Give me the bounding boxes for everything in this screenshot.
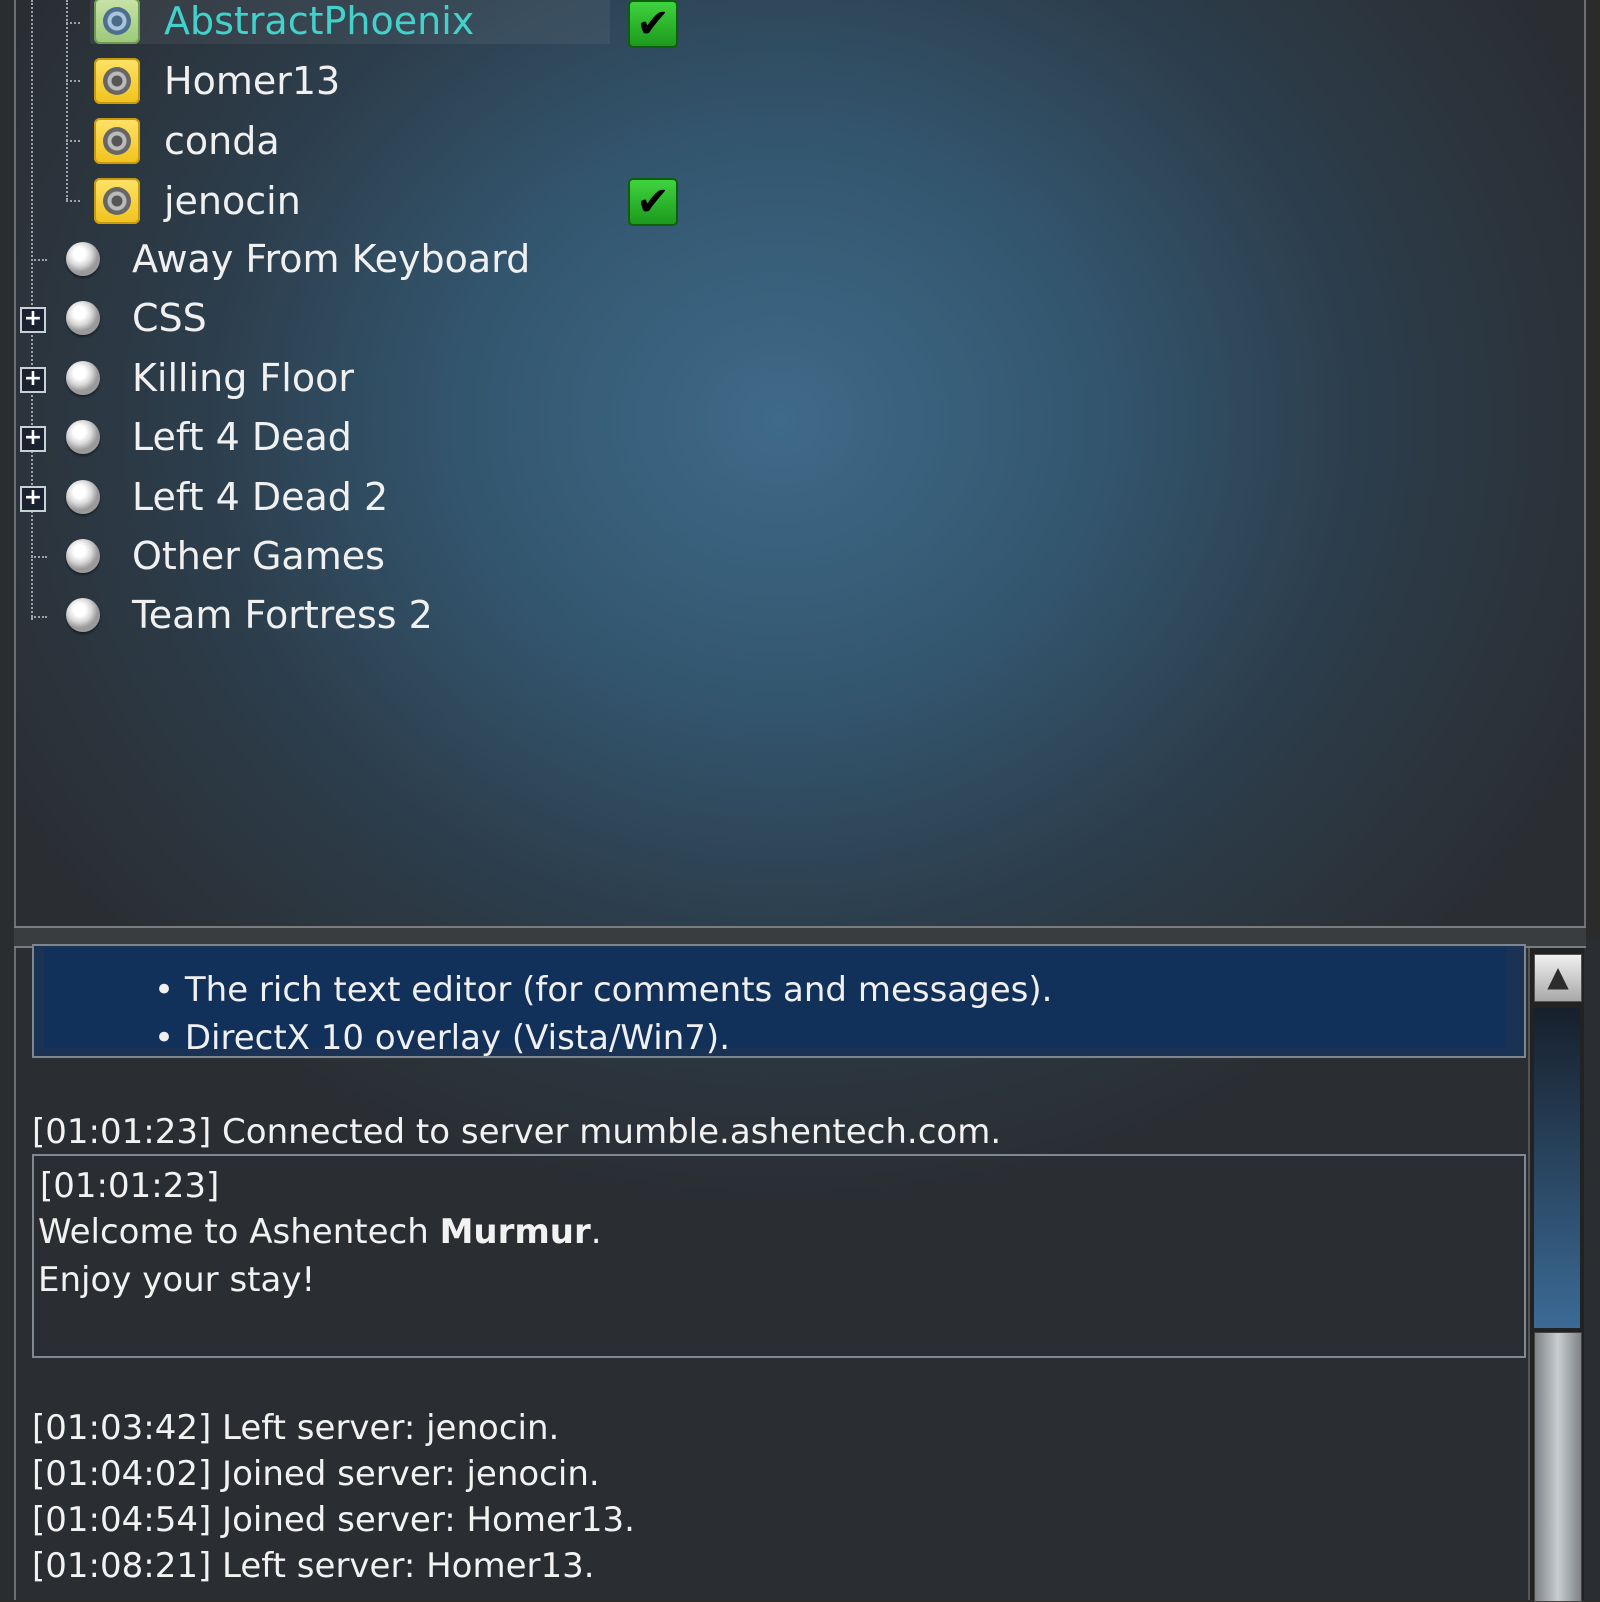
channel-icon bbox=[66, 242, 100, 276]
log-line: [01:03:42] Left server: jenocin. bbox=[32, 1408, 560, 1448]
tree-line bbox=[66, 22, 80, 24]
user-name: conda bbox=[164, 119, 280, 163]
user-row-homer13[interactable]: Homer13 bbox=[94, 52, 340, 110]
expand-icon[interactable]: + bbox=[20, 307, 46, 333]
channel-icon bbox=[66, 301, 100, 335]
channel-team-fortress-2[interactable]: Team Fortress 2 bbox=[66, 586, 433, 644]
log-line: [01:04:54] Joined server: Homer13. bbox=[32, 1500, 635, 1540]
chat-log[interactable]: • The rich text editor (for comments and… bbox=[14, 944, 1586, 1600]
tree-line bbox=[31, 259, 47, 261]
channel-name: Other Games bbox=[132, 534, 385, 578]
channel-icon bbox=[66, 361, 100, 395]
change-item: • The rich text editor (for comments and… bbox=[154, 970, 1053, 1010]
scroll-track[interactable] bbox=[1534, 1008, 1580, 1328]
log-line-connected: [01:01:23] Connected to server mumble.as… bbox=[32, 1112, 1002, 1152]
tree-line bbox=[66, 140, 80, 142]
welcome-line-2: Enjoy your stay! bbox=[38, 1260, 316, 1300]
user-row-jenocin[interactable]: jenocin bbox=[94, 172, 301, 230]
user-name: jenocin bbox=[164, 179, 301, 223]
channel-left-4-dead-2[interactable]: Left 4 Dead 2 bbox=[66, 468, 388, 526]
user-speaker-icon bbox=[94, 118, 140, 164]
scroll-thumb[interactable] bbox=[1534, 1332, 1582, 1602]
user-row-conda[interactable]: conda bbox=[94, 112, 280, 170]
tree-line bbox=[31, 616, 47, 618]
channel-icon bbox=[66, 539, 100, 573]
user-name: Homer13 bbox=[164, 59, 341, 103]
welcome-message-box bbox=[32, 1154, 1526, 1358]
scroll-up-button[interactable]: ▲ bbox=[1534, 954, 1582, 1002]
channel-away-from-keyboard[interactable]: Away From Keyboard bbox=[66, 230, 530, 288]
expand-icon[interactable]: + bbox=[20, 367, 46, 393]
channel-css[interactable]: CSS bbox=[66, 289, 207, 347]
user-name: AbstractPhoenix bbox=[164, 0, 475, 43]
channel-name: Left 4 Dead 2 bbox=[132, 475, 389, 519]
checkmark-icon: ✔ bbox=[628, 178, 678, 226]
tree-line bbox=[66, 80, 80, 82]
change-item: • DirectX 10 overlay (Vista/Win7). bbox=[154, 1018, 731, 1058]
channel-left-4-dead[interactable]: Left 4 Dead bbox=[66, 408, 352, 466]
welcome-line: Welcome to Ashentech Murmur. bbox=[38, 1212, 602, 1252]
channel-name: Team Fortress 2 bbox=[132, 593, 433, 637]
mumble-window: AbstractPhoenix ✔ Homer13 conda jenocin … bbox=[0, 0, 1600, 1602]
channel-icon bbox=[66, 598, 100, 632]
talking-user-icon bbox=[94, 0, 140, 44]
expand-icon[interactable]: + bbox=[20, 486, 46, 512]
log-line: [01:08:21] Left server: Homer13. bbox=[32, 1546, 595, 1586]
tree-scroll-edge bbox=[1584, 0, 1600, 940]
user-speaker-icon bbox=[94, 178, 140, 224]
channel-name: CSS bbox=[132, 296, 207, 340]
log-scrollbar[interactable]: ▲ bbox=[1528, 948, 1584, 1602]
channel-name: Away From Keyboard bbox=[132, 237, 531, 281]
tree-line bbox=[66, 0, 68, 200]
channel-other-games[interactable]: Other Games bbox=[66, 527, 385, 585]
tree-line bbox=[31, 556, 47, 558]
log-line: [01:04:02] Joined server: jenocin. bbox=[32, 1454, 600, 1494]
channel-name: Left 4 Dead bbox=[132, 415, 352, 459]
user-row-abstractphoenix[interactable]: AbstractPhoenix bbox=[89, 0, 611, 50]
expand-icon[interactable]: + bbox=[20, 426, 46, 452]
checkmark-icon: ✔ bbox=[628, 0, 678, 48]
channel-tree[interactable]: AbstractPhoenix ✔ Homer13 conda jenocin … bbox=[14, 0, 1586, 940]
channel-icon bbox=[66, 480, 100, 514]
user-speaker-icon bbox=[94, 58, 140, 104]
channel-icon bbox=[66, 420, 100, 454]
channel-killing-floor[interactable]: Killing Floor bbox=[66, 349, 354, 407]
channel-name: Killing Floor bbox=[132, 356, 354, 400]
welcome-time: [01:01:23] bbox=[40, 1166, 220, 1206]
tree-line bbox=[66, 200, 80, 202]
